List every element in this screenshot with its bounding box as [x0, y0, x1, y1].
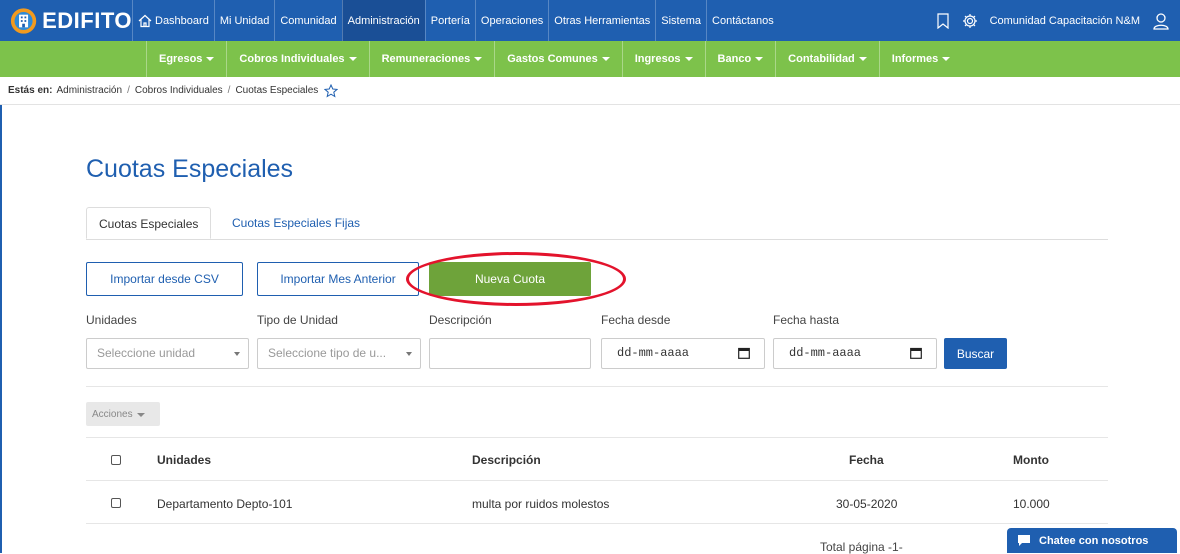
fecha-hasta-input[interactable]: dd-mm-aaaa: [773, 338, 937, 369]
chat-bubble-icon: [1018, 535, 1030, 546]
caret-down-icon: [601, 57, 610, 61]
page-title: Cuotas Especiales: [86, 155, 294, 183]
caret-down-icon: [406, 352, 412, 356]
column-header-descripcion[interactable]: Descripción: [472, 453, 541, 467]
subnav-egresos[interactable]: Egresos: [146, 41, 226, 77]
app-name: EDIFITO: [42, 7, 132, 33]
user-icon[interactable]: [1152, 12, 1170, 30]
caret-down-icon: [348, 57, 357, 61]
cell-unidad: Departamento Depto-101: [157, 497, 293, 511]
caret-down-icon: [234, 352, 240, 356]
app-logo[interactable]: EDIFITO: [0, 0, 132, 41]
descripcion-input[interactable]: [429, 338, 591, 369]
select-all-checkbox[interactable]: [111, 455, 121, 465]
tab-cuotas-especiales-fijas[interactable]: Cuotas Especiales Fijas: [220, 207, 372, 239]
descripcion-label: Descripción: [429, 313, 492, 327]
unidades-label: Unidades: [86, 313, 137, 327]
fecha-desde-input[interactable]: dd-mm-aaaa: [601, 338, 765, 369]
breadcrumb-label: Estás en:: [8, 85, 53, 96]
divider: [86, 386, 1108, 387]
caret-down-icon: [136, 412, 145, 417]
sub-nav-menu: Egresos Cobros Individuales Remuneracion…: [146, 41, 962, 77]
star-icon[interactable]: [324, 83, 339, 98]
subnav-gastos-comunes[interactable]: Gastos Comunes: [494, 41, 621, 77]
subnav-contabilidad[interactable]: Contabilidad: [775, 41, 879, 77]
caret-down-icon: [858, 57, 867, 61]
gear-icon[interactable]: [962, 13, 978, 29]
caret-down-icon: [206, 57, 215, 61]
top-nav-menu: Dashboard Mi Unidad Comunidad Administra…: [132, 0, 779, 41]
tipo-unidad-label: Tipo de Unidad: [257, 313, 338, 327]
actions-dropdown[interactable]: Acciones: [86, 402, 160, 426]
breadcrumb-item-cuotas: Cuotas Especiales: [235, 85, 319, 96]
page-total-label: Total página -1-: [820, 540, 903, 554]
calendar-icon[interactable]: [910, 347, 922, 359]
caret-down-icon: [942, 57, 951, 61]
bookmark-icon[interactable]: [936, 12, 950, 29]
tab-cuotas-especiales[interactable]: Cuotas Especiales: [86, 207, 212, 239]
caret-down-icon: [684, 57, 693, 61]
breadcrumb-separator: /: [227, 85, 231, 96]
nav-operaciones[interactable]: Operaciones: [474, 0, 548, 41]
caret-down-icon: [755, 57, 764, 61]
fecha-desde-label: Fecha desde: [601, 313, 671, 327]
breadcrumb-separator: /: [127, 85, 130, 96]
user-name[interactable]: Comunidad Capacitación N&M: [990, 15, 1140, 27]
nav-dashboard[interactable]: Dashboard: [132, 0, 214, 41]
column-header-fecha[interactable]: Fecha: [849, 453, 884, 467]
fecha-hasta-label: Fecha hasta: [773, 313, 840, 327]
breadcrumb-item-cobros[interactable]: Cobros Individuales: [135, 85, 223, 96]
import-csv-button[interactable]: Importar desde CSV: [86, 262, 243, 296]
nav-otras-herramientas[interactable]: Otras Herramientas: [548, 0, 655, 41]
cell-descripcion: multa por ruidos molestos: [472, 497, 610, 511]
nav-mi-unidad[interactable]: Mi Unidad: [213, 0, 275, 41]
row-checkbox[interactable]: [111, 498, 121, 508]
subnav-banco[interactable]: Banco: [704, 41, 776, 77]
top-navbar: EDIFITO Dashboard Mi Unidad Comunidad Ad…: [0, 0, 1180, 41]
tabs: Cuotas Especiales Cuotas Especiales Fija…: [86, 207, 1108, 240]
unidades-select[interactable]: Seleccione unidad: [86, 338, 249, 369]
sub-navbar: Egresos Cobros Individuales Remuneracion…: [0, 41, 1180, 77]
import-previous-month-button[interactable]: Importar Mes Anterior: [257, 262, 419, 296]
table-row-line: [86, 523, 1108, 524]
nav-porteria[interactable]: Portería: [424, 0, 475, 41]
calendar-icon[interactable]: [738, 347, 750, 359]
column-header-unidades[interactable]: Unidades: [157, 453, 211, 467]
nav-contactanos[interactable]: Contáctanos: [706, 0, 779, 41]
subnav-remuneraciones[interactable]: Remuneraciones: [368, 41, 495, 77]
nav-comunidad[interactable]: Comunidad: [274, 0, 341, 41]
table-header-line: [86, 480, 1108, 481]
search-button[interactable]: Buscar: [944, 338, 1007, 369]
nav-sistema[interactable]: Sistema: [655, 0, 706, 41]
top-right-tools: Comunidad Capacitación N&M: [936, 0, 1170, 41]
home-icon: [138, 14, 152, 27]
tipo-unidad-select[interactable]: Seleccione tipo de u...: [257, 338, 421, 369]
column-header-monto[interactable]: Monto: [1013, 453, 1049, 467]
left-accent-border: [0, 105, 2, 553]
subnav-ingresos[interactable]: Ingresos: [621, 41, 705, 77]
cell-fecha: 30-05-2020: [836, 497, 898, 511]
caret-down-icon: [474, 57, 483, 61]
divider: [86, 437, 1108, 438]
building-logo-icon: [10, 7, 37, 34]
breadcrumb-item-administracion[interactable]: Administración: [56, 85, 122, 96]
subnav-cobros-individuales[interactable]: Cobros Individuales: [226, 41, 368, 77]
nav-administracion[interactable]: Administración: [341, 0, 425, 41]
chat-widget[interactable]: Chatee con nosotros: [1007, 528, 1177, 553]
breadcrumb: Estás en: Administración / Cobros Indivi…: [0, 77, 1180, 105]
subnav-informes[interactable]: Informes: [878, 41, 962, 77]
cell-monto: 10.000: [1013, 497, 1050, 511]
new-fee-button[interactable]: Nueva Cuota: [429, 262, 591, 296]
